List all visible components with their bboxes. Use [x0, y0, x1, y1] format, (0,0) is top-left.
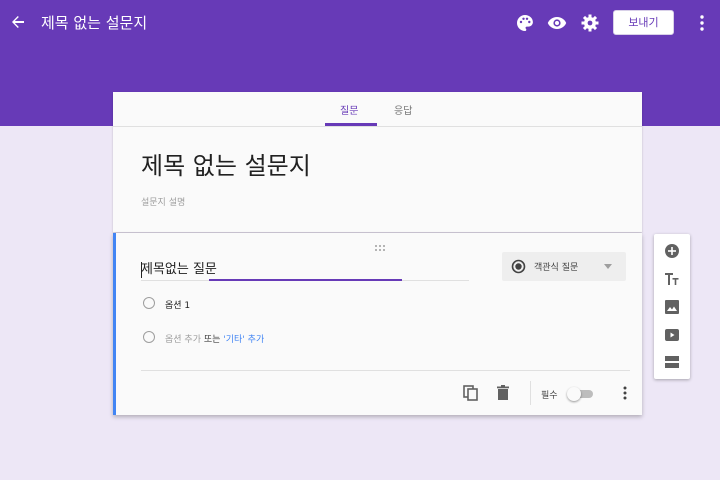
- question-title-input[interactable]: 제목없는 질문: [141, 260, 469, 281]
- trash-icon[interactable]: [494, 384, 512, 402]
- question-type-dropdown[interactable]: 객관식 질문: [502, 252, 626, 281]
- palette-icon[interactable]: [514, 12, 536, 34]
- add-other-link[interactable]: '기타' 추가: [223, 335, 264, 345]
- dropdown-arrow-icon: [604, 264, 612, 269]
- tab-questions[interactable]: 질문: [340, 102, 358, 117]
- eye-icon[interactable]: [546, 12, 568, 34]
- back-arrow-icon[interactable]: [8, 12, 28, 32]
- add-option-link[interactable]: 옵션 추가: [165, 335, 201, 345]
- header-title: 제목 없는 설문지: [41, 14, 148, 32]
- question-card[interactable]: 제목없는 질문 객관식 질문 옵션 1 옵션 추가 또는 '기타' 추가 필수: [113, 233, 642, 415]
- video-icon[interactable]: [663, 326, 681, 344]
- question-type-label: 객관식 질문: [534, 263, 579, 273]
- side-toolbar: [654, 234, 690, 379]
- add-circle-icon[interactable]: [663, 242, 681, 260]
- drag-handle-icon[interactable]: [373, 237, 387, 251]
- input-focus-underline: [209, 279, 402, 281]
- or-text: 또는: [203, 335, 221, 345]
- more-vert-icon[interactable]: [692, 12, 712, 34]
- section-icon[interactable]: [663, 353, 681, 371]
- question-more-icon[interactable]: [619, 384, 631, 402]
- toggle-thumb: [567, 387, 581, 401]
- form-header-card: 질문 응답 제목 없는 설문지 설문지 설명: [113, 92, 642, 232]
- radio-circle-icon: [143, 331, 155, 343]
- form-description-input[interactable]: 설문지 설명: [141, 195, 185, 208]
- option-label[interactable]: 옵션 1: [165, 298, 190, 311]
- question-title-text: 제목없는 질문: [141, 262, 217, 277]
- tab-responses[interactable]: 응답: [394, 102, 412, 117]
- footer-divider: [141, 370, 630, 371]
- footer-separator: [530, 381, 531, 405]
- active-tab-indicator: [325, 123, 377, 126]
- image-icon[interactable]: [663, 298, 681, 316]
- radio-circle-icon: [143, 297, 155, 309]
- form-title-input[interactable]: 제목 없는 설문지: [141, 146, 311, 181]
- text-caret: [141, 262, 142, 278]
- title-tt-icon[interactable]: [663, 270, 681, 288]
- copy-icon[interactable]: [462, 384, 480, 402]
- required-toggle[interactable]: [567, 387, 593, 401]
- required-label: 필수: [541, 391, 558, 401]
- tab-bar: 질문 응답: [113, 92, 642, 127]
- radio-button-checked-icon: [511, 259, 526, 274]
- send-button[interactable]: 보내기: [613, 10, 674, 35]
- gear-icon[interactable]: [579, 12, 601, 34]
